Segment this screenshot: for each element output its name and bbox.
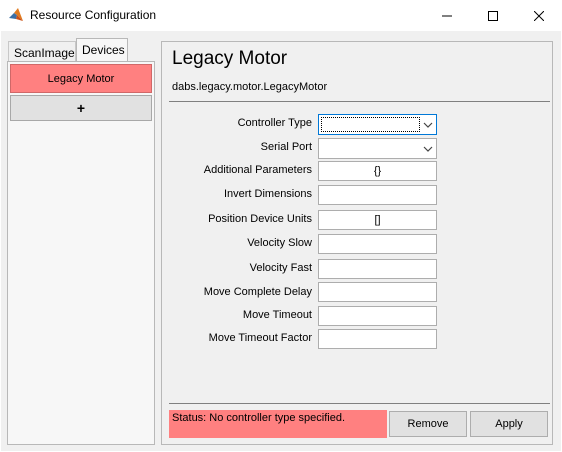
move-timeout-factor-label: Move Timeout Factor: [208, 332, 312, 344]
remove-button[interactable]: Remove: [389, 411, 467, 437]
position-device-units-label: Position Device Units: [208, 213, 312, 225]
chevron-down-icon: [419, 115, 436, 134]
tab-scanimage[interactable]: ScanImage: [8, 41, 76, 62]
status-message: Status: No controller type specified.: [169, 410, 387, 438]
invert-dimensions-field[interactable]: [318, 185, 437, 205]
velocity-fast-field[interactable]: [318, 259, 437, 279]
apply-button[interactable]: Apply: [470, 411, 548, 437]
divider: [169, 403, 550, 404]
close-button[interactable]: [516, 0, 562, 31]
focus-indicator: [321, 117, 420, 132]
serial-port-dropdown[interactable]: [318, 138, 437, 159]
plus-icon: +: [76, 100, 86, 116]
device-class-name: dabs.legacy.motor.LegacyMotor: [172, 81, 328, 93]
move-complete-delay-field[interactable]: [318, 282, 437, 302]
velocity-fast-label: Velocity Fast: [249, 262, 312, 274]
device-item-legacy-motor[interactable]: Legacy Motor: [10, 64, 152, 93]
maximize-button[interactable]: [470, 0, 516, 31]
invert-dimensions-label: Invert Dimensions: [223, 188, 312, 200]
serial-port-label: Serial Port: [260, 141, 312, 153]
move-timeout-field[interactable]: [318, 306, 437, 326]
minimize-icon: [442, 15, 452, 16]
velocity-slow-field[interactable]: [318, 234, 437, 254]
chevron-down-icon: [419, 139, 436, 158]
close-icon: [534, 10, 544, 21]
title-bar: Resource Configuration: [0, 0, 562, 31]
dialog-body: ScanImage Devices Legacy Motor + Legacy …: [1, 31, 561, 451]
window-title: Resource Configuration: [30, 8, 157, 22]
tab-devices[interactable]: Devices: [76, 38, 128, 62]
device-config-panel: Legacy Motor dabs.legacy.motor.LegacyMot…: [161, 41, 553, 445]
additional-parameters-field[interactable]: {}: [318, 161, 437, 181]
tab-label: ScanImage: [14, 46, 75, 60]
tab-label: Devices: [82, 43, 125, 57]
move-timeout-factor-field[interactable]: [318, 329, 437, 349]
divider: [169, 101, 550, 102]
device-list-panel: Legacy Motor +: [7, 61, 155, 445]
minimize-button[interactable]: [424, 0, 470, 31]
velocity-slow-label: Velocity Slow: [247, 237, 312, 249]
controller-type-label: Controller Type: [237, 117, 312, 129]
add-device-button[interactable]: +: [10, 95, 152, 121]
device-title: Legacy Motor: [172, 48, 288, 69]
position-device-units-field[interactable]: []: [318, 210, 437, 230]
matlab-logo-icon: [8, 7, 24, 23]
maximize-icon: [488, 10, 498, 21]
move-timeout-label: Move Timeout: [242, 309, 312, 321]
move-complete-delay-label: Move Complete Delay: [203, 286, 312, 298]
additional-parameters-label: Additional Parameters: [203, 164, 312, 176]
device-item-label: Legacy Motor: [47, 72, 115, 85]
controller-type-dropdown[interactable]: [318, 114, 437, 135]
